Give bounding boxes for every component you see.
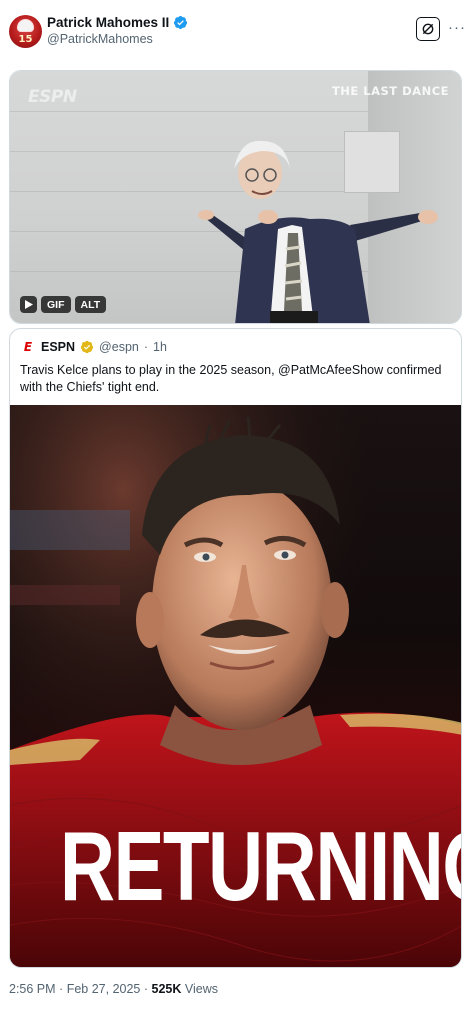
quoted-timestamp[interactable]: 1h [153, 340, 167, 354]
author-handle[interactable]: @PatrickMahomes [47, 32, 153, 46]
verified-badge-icon [174, 15, 188, 30]
tweet-date[interactable]: Feb 27, 2025 [67, 982, 141, 996]
tweet-time[interactable]: 2:56 PM [9, 982, 56, 996]
tweet-header: 15 Patrick Mahomes II @PatrickMahomes ··… [0, 0, 472, 66]
play-icon[interactable] [20, 296, 37, 313]
quoted-tweet[interactable]: E ESPN @espn · 1h Travis Kelce plans to … [9, 328, 462, 968]
helmet-icon [17, 19, 34, 32]
gif-controls: GIF ALT [20, 296, 107, 313]
author-name-row: Patrick Mahomes II [47, 15, 188, 30]
quoted-tweet-text: Travis Kelce plans to play in the 2025 s… [20, 363, 442, 394]
gold-verified-badge-icon [80, 340, 94, 354]
separator-dot: · [143, 982, 149, 996]
grok-icon [422, 23, 434, 35]
separator-dot: · [143, 340, 149, 354]
gif-badge[interactable]: GIF [41, 296, 71, 313]
views-label: Views [184, 982, 219, 996]
dancing-man-figure [198, 140, 438, 323]
espn-avatar-icon[interactable]: E [20, 339, 36, 355]
tweet-metadata: 2:56 PM · Feb 27, 2025 · 525K Views [9, 982, 218, 996]
quoted-author-handle[interactable]: @espn [99, 340, 139, 354]
quoted-author-name[interactable]: ESPN [41, 340, 75, 354]
returning-headline: RETURNING [59, 811, 462, 921]
more-options-icon[interactable]: ··· [448, 19, 466, 36]
grok-button[interactable] [416, 17, 440, 41]
quoted-tweet-image[interactable]: RETURNING [10, 405, 462, 967]
espn-watermark: ESPN [28, 87, 77, 107]
avatar-number: 15 [18, 34, 33, 45]
separator-dot: · [59, 982, 64, 996]
gif-media[interactable]: ESPN THE LAST DANCE GIF ALT [9, 70, 462, 324]
quoted-tweet-header: E ESPN @espn · 1h [20, 339, 167, 355]
author-avatar[interactable]: 15 [9, 15, 42, 48]
author-display-name[interactable]: Patrick Mahomes II [47, 15, 169, 30]
views-count: 525K [151, 982, 182, 996]
alt-text-badge[interactable]: ALT [74, 296, 107, 313]
last-dance-title: THE LAST DANCE [331, 84, 449, 98]
